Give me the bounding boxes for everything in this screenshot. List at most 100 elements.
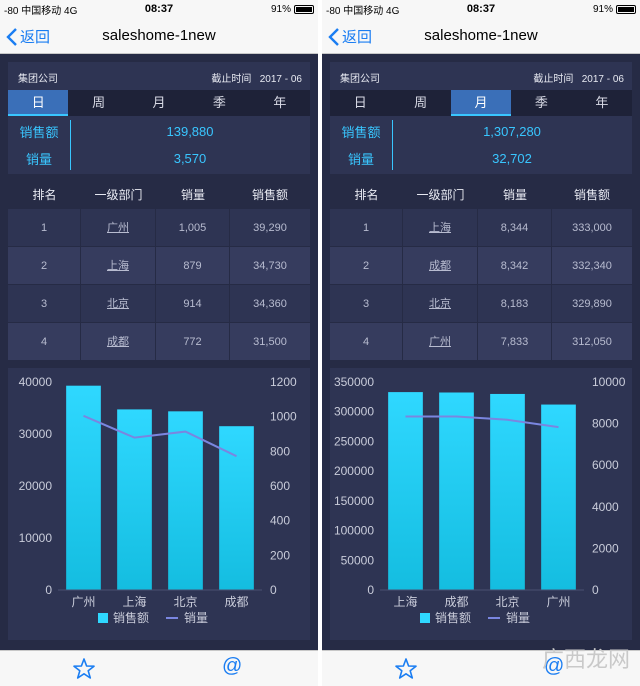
table-header: 排名 一级部门 销量 销售额 xyxy=(8,182,310,208)
y-right-tick: 400 xyxy=(270,514,290,528)
rank-cell-container: 2 xyxy=(330,247,403,284)
chart-svg: 0500001000001500002000002500003000003500… xyxy=(334,375,626,625)
volume-cell-container: 8,344 xyxy=(478,209,552,246)
star-icon[interactable] xyxy=(72,657,96,681)
x-tick: 北京 xyxy=(173,595,197,609)
dept-link[interactable]: 广州 xyxy=(429,336,451,348)
x-tick: 上海 xyxy=(393,594,417,609)
sales-chart: 0 50000 100000 150000 200000 250000 300000 3500… xyxy=(330,368,632,640)
table-row: 2 上海 879 34,730 xyxy=(8,246,310,284)
amount-cell-container: 34,730 xyxy=(230,247,310,284)
tab-period[interactable]: 年 xyxy=(572,90,632,116)
dept-link[interactable]: 北京 xyxy=(429,298,451,310)
dept-link[interactable]: 北京 xyxy=(107,298,129,310)
tab-period[interactable]: 月 xyxy=(129,90,189,116)
tab-period[interactable]: 季 xyxy=(511,90,571,116)
bar[interactable] xyxy=(541,404,576,590)
dept-link-container: 上海 xyxy=(81,247,156,284)
rank-cell: 3 xyxy=(40,298,48,310)
metrics: 销售额 139,880 销量 3,570 xyxy=(8,118,310,174)
volume-cell: 7,833 xyxy=(500,336,529,348)
rank-cell-container: 3 xyxy=(330,285,403,322)
y-right-tick: 600 xyxy=(270,479,290,493)
metric-sales-amount: 销售额 139,880 xyxy=(8,118,310,145)
screenshot-pair: -80 中国移动 4G 08:37 91% 返回 saleshome-1new … xyxy=(0,0,640,686)
tab-period[interactable]: 年 xyxy=(250,90,310,116)
y-right-tick: 200 xyxy=(270,548,290,562)
volume-line[interactable] xyxy=(405,415,559,429)
star-icon[interactable] xyxy=(394,657,418,681)
ranking-table: 排名 一级部门 销量 销售额 1 广州 1,005 39,290 2 上海 879 34,73… xyxy=(8,182,310,360)
dept-link[interactable]: 上海 xyxy=(429,222,451,234)
battery-info: 91% xyxy=(271,4,314,15)
period-tabs: 日周月季年 xyxy=(330,90,632,116)
carrier-info: -80 中国移动 4G xyxy=(326,5,400,17)
column-header: 一级部门 xyxy=(416,188,465,202)
x-tick: 广州 xyxy=(71,595,95,609)
back-button[interactable]: 返回 xyxy=(328,26,372,47)
tab-period[interactable]: 日 xyxy=(330,90,390,116)
table-row: 1 上海 8,344 333,000 xyxy=(330,208,632,246)
battery-info: 91% xyxy=(593,4,636,15)
dept-link-container: 上海 xyxy=(403,209,478,246)
rank-cell: 4 xyxy=(362,336,370,348)
battery-percent: 91% xyxy=(592,3,613,15)
report-content: 集团公司 截止时间 2017 - 06 日周月季年 销售额 1,307,280 … xyxy=(330,62,632,640)
carrier-info: -80 中国移动 4G xyxy=(4,5,78,17)
tab-period[interactable]: 月 xyxy=(450,90,512,116)
volume-cell-container: 8,183 xyxy=(478,285,552,322)
metric-value: 32,702 xyxy=(492,151,532,166)
column-header: 一级部门 xyxy=(94,188,143,202)
bar[interactable] xyxy=(388,392,423,590)
volume-cell-container: 1,005 xyxy=(156,209,230,246)
x-tick: 成都 xyxy=(444,595,468,609)
tab-period[interactable]: 周 xyxy=(68,90,128,116)
bar[interactable] xyxy=(490,393,525,590)
y-right-tick: 4000 xyxy=(592,500,619,514)
dept-link[interactable]: 上海 xyxy=(107,260,129,272)
dept-link-container: 北京 xyxy=(81,285,156,322)
rank-cell: 1 xyxy=(40,222,48,234)
at-icon[interactable]: @ xyxy=(222,655,242,678)
column-header: 排名 xyxy=(354,188,379,202)
rank-cell-container: 3 xyxy=(8,285,81,322)
back-label: 返回 xyxy=(20,29,51,46)
y-right-tick: 8000 xyxy=(592,417,619,431)
battery-percent: 91% xyxy=(270,3,291,15)
bar[interactable] xyxy=(439,392,474,590)
amount-cell: 34,360 xyxy=(253,298,287,310)
dept-link-container: 成都 xyxy=(403,247,478,284)
table-row: 3 北京 8,183 329,890 xyxy=(330,284,632,322)
amount-cell: 312,050 xyxy=(572,336,612,348)
y-left-tick: 300000 xyxy=(334,405,374,419)
volume-cell: 879 xyxy=(183,260,202,272)
tab-period[interactable]: 季 xyxy=(189,90,249,116)
column-header: 销量 xyxy=(502,188,527,202)
volume-line[interactable] xyxy=(83,414,237,458)
back-button[interactable]: 返回 xyxy=(6,26,50,47)
y-left-tick: 150000 xyxy=(334,494,374,508)
table-row: 2 成都 8,342 332,340 xyxy=(330,246,632,284)
tab-period[interactable]: 日 xyxy=(8,90,69,116)
metric-value: 139,880 xyxy=(166,124,214,139)
y-left-tick: 50000 xyxy=(341,553,375,567)
dept-link-container: 北京 xyxy=(403,285,478,322)
status-bar: -80 中国移动 4G 08:37 91% xyxy=(0,0,318,18)
dept-link[interactable]: 成都 xyxy=(429,260,451,272)
y-right-tick: 1000 xyxy=(270,410,297,424)
metric-label: 销售额 xyxy=(19,125,59,140)
y-right-tick: 10000 xyxy=(592,375,626,389)
column-header: 排名 xyxy=(32,188,57,202)
amount-cell: 333,000 xyxy=(572,222,612,234)
chart-svg: 0 10000 20000 30000 40000 0 200 400 600 800 1000 12… xyxy=(19,375,297,625)
amount-cell: 332,340 xyxy=(572,260,612,272)
dept-link[interactable]: 成都 xyxy=(107,336,129,348)
tab-period[interactable]: 周 xyxy=(390,90,450,116)
dept-link-container: 广州 xyxy=(81,209,156,246)
panel-monthly: -80 中国移动 4G 08:37 91% 返回 saleshome-1new … xyxy=(322,0,640,686)
metric-value: 3,570 xyxy=(173,151,207,166)
panel-daily: -80 中国移动 4G 08:37 91% 返回 saleshome-1new … xyxy=(0,0,318,686)
dept-link[interactable]: 广州 xyxy=(107,222,129,234)
sales-chart: 0 10000 20000 30000 40000 0 200 400 600 800 1000 12… xyxy=(8,368,310,640)
metric-label: 销量 xyxy=(25,152,52,167)
